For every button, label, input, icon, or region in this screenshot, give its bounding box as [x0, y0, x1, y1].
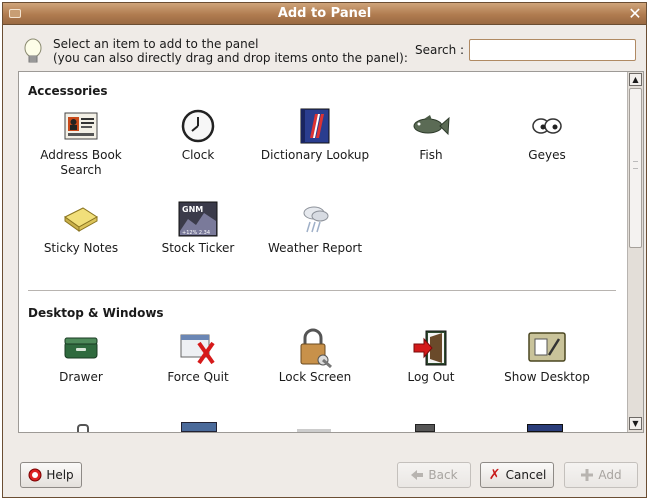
item-label: Log Out — [407, 370, 455, 384]
instruction-line-1: Select an item to add to the panel — [53, 37, 259, 51]
item-force-quit[interactable]: Force Quit — [140, 330, 256, 385]
clock-icon — [178, 108, 218, 144]
item-fish[interactable]: Fish — [373, 108, 489, 163]
item-label: Force Quit — [167, 370, 229, 384]
back-arrow-icon — [410, 468, 424, 482]
close-icon[interactable]: ✕ — [626, 4, 644, 23]
window-title: Add to Panel — [277, 6, 372, 21]
drawer-icon — [61, 330, 101, 366]
add-button[interactable]: Add — [564, 462, 638, 488]
section-title-accessories: Accessories — [28, 84, 108, 98]
eyes-icon — [527, 108, 567, 144]
address-book-icon — [61, 108, 101, 144]
item-weather-report[interactable]: Weather Report — [257, 201, 373, 256]
item-dictionary-lookup[interactable]: Dictionary Lookup — [257, 108, 373, 163]
instructions: Select an item to add to the panel (you … — [53, 37, 408, 65]
stock-ticker-icon: GNM +12% 2.34 — [178, 201, 218, 237]
add-plus-icon — [580, 468, 594, 482]
item-address-book-search[interactable]: Address Book Search — [23, 108, 139, 178]
item-lock-screen[interactable]: Lock Screen — [257, 328, 373, 385]
dialog-header: Select an item to add to the panel (you … — [3, 29, 646, 71]
item-label: Weather Report — [267, 241, 363, 255]
add-to-panel-dialog: Add to Panel ✕ Select an item to add to … — [2, 2, 647, 498]
help-lifebuoy-icon — [28, 468, 42, 482]
log-out-icon — [411, 330, 451, 366]
cancel-button-label: Cancel — [505, 468, 547, 482]
item-label: Address Book Search — [40, 148, 122, 177]
partial-item-icon — [415, 424, 435, 432]
item-label: Geyes — [528, 148, 566, 162]
item-label: Sticky Notes — [43, 241, 119, 255]
scrollbar-thumb[interactable] — [629, 88, 642, 248]
lightbulb-icon — [21, 38, 45, 66]
item-label: Drawer — [59, 370, 103, 384]
scroll-up-icon[interactable]: ▲ — [629, 73, 642, 86]
item-sticky-notes[interactable]: Sticky Notes — [23, 201, 139, 256]
section-separator — [28, 290, 616, 291]
force-quit-icon — [178, 330, 218, 366]
scroll-down-icon[interactable]: ▼ — [629, 417, 642, 430]
partial-item-icon — [527, 424, 563, 432]
stock-ticker-symbol: GNM — [182, 205, 203, 214]
back-button[interactable]: Back — [397, 462, 471, 488]
partial-item-icon — [181, 422, 217, 432]
sticky-notes-icon — [61, 201, 101, 237]
search-label: Search : — [415, 43, 465, 57]
item-label: Clock — [181, 148, 215, 162]
item-label: Stock Ticker — [161, 241, 235, 255]
item-label: Dictionary Lookup — [260, 148, 370, 162]
add-button-label: Add — [598, 468, 622, 482]
section-title-desktop-windows: Desktop & Windows — [28, 306, 164, 320]
item-label: Lock Screen — [278, 370, 352, 384]
weather-icon — [295, 201, 335, 237]
back-button-label: Back — [428, 468, 458, 482]
fish-icon — [411, 108, 451, 144]
vertical-scrollbar[interactable]: ▲ ▼ — [627, 72, 643, 432]
lock-screen-icon — [295, 328, 335, 368]
item-show-desktop[interactable]: Show Desktop — [489, 330, 605, 385]
dictionary-icon — [295, 108, 335, 144]
partial-item-icon — [77, 424, 89, 432]
cancel-button[interactable]: ✗ Cancel — [480, 462, 554, 488]
item-drawer[interactable]: Drawer — [23, 330, 139, 385]
item-log-out[interactable]: Log Out — [373, 330, 489, 385]
stock-ticker-change: +12% 2.34 — [182, 230, 210, 236]
partial-item-icon — [297, 429, 331, 432]
search-input[interactable] — [469, 39, 636, 61]
cancel-x-icon: ✗ — [488, 467, 501, 483]
help-button[interactable]: Help — [20, 462, 82, 488]
item-geyes[interactable]: Geyes — [489, 108, 605, 163]
item-list: Accessories Address Book Search Clock Di… — [18, 71, 644, 433]
item-stock-ticker[interactable]: GNM +12% 2.34 Stock Ticker — [140, 201, 256, 256]
item-label: Show Desktop — [504, 370, 590, 384]
item-clock[interactable]: Clock — [140, 108, 256, 163]
title-bar[interactable]: Add to Panel ✕ — [3, 3, 646, 25]
help-button-label: Help — [46, 468, 74, 482]
show-desktop-icon — [527, 330, 567, 366]
instruction-line-2: (you can also directly drag and drop ite… — [53, 51, 408, 65]
item-label: Fish — [419, 148, 443, 162]
